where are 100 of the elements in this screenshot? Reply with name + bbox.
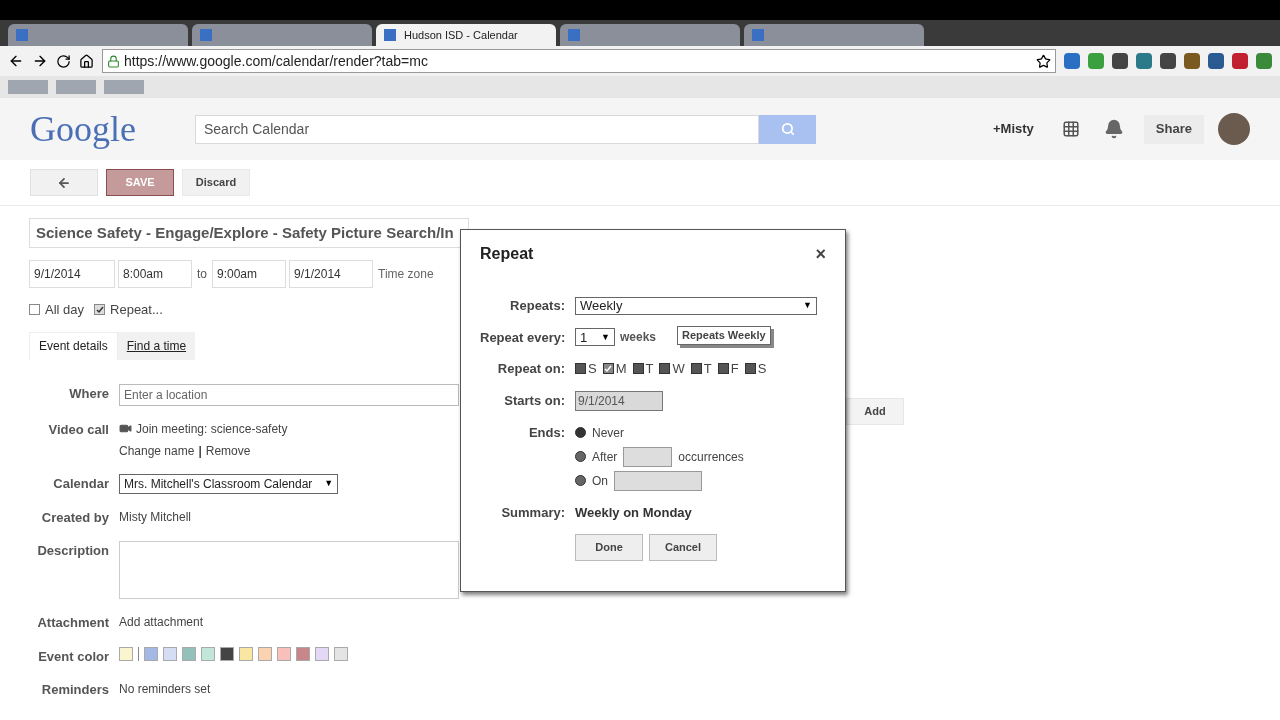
search-button[interactable] xyxy=(759,114,816,144)
checkbox[interactable] xyxy=(94,304,106,316)
color-swatch[interactable] xyxy=(182,646,196,661)
star-icon[interactable] xyxy=(1036,53,1051,69)
end-time-field[interactable]: 9:00am xyxy=(212,260,286,288)
calendar-select[interactable]: Mrs. Mitchell's Classroom Calendar ▼ xyxy=(119,473,339,494)
reload-icon[interactable] xyxy=(56,53,71,69)
radio-button[interactable] xyxy=(575,427,586,438)
start-time-field[interactable]: 8:00am xyxy=(118,260,192,288)
extension-icon[interactable] xyxy=(1112,53,1128,69)
browser-tab[interactable] xyxy=(560,24,740,46)
browser-tab[interactable]: Hudson ISD - Calendar xyxy=(376,24,556,46)
radio-button[interactable] xyxy=(575,451,586,462)
checkbox[interactable] xyxy=(690,363,702,375)
tab-title: Hudson ISD - Calendar xyxy=(404,27,518,43)
video-camera-icon xyxy=(119,422,132,435)
dialog-title: Repeat xyxy=(480,244,534,264)
tab-icon xyxy=(752,29,764,41)
remove-link[interactable]: Remove xyxy=(205,441,251,460)
forward-icon[interactable] xyxy=(32,53,48,69)
day-label: M xyxy=(615,360,627,378)
extension-icon[interactable] xyxy=(1160,53,1176,69)
browser-tab[interactable] xyxy=(8,24,188,46)
color-swatch[interactable] xyxy=(315,646,329,661)
start-date-field[interactable]: 9/1/2014 xyxy=(575,390,663,411)
home-icon[interactable] xyxy=(79,53,94,69)
google-logo[interactable]: Google xyxy=(30,102,195,156)
end-date-field[interactable] xyxy=(614,470,702,491)
field-label: Video call xyxy=(47,420,109,439)
user-link[interactable]: +Misty xyxy=(993,119,1034,139)
close-button[interactable]: × xyxy=(815,245,826,263)
color-swatch[interactable] xyxy=(277,646,291,661)
extension-icon[interactable] xyxy=(1232,53,1248,69)
end-date-field[interactable]: 9/1/2014 xyxy=(289,260,373,288)
browser-tab[interactable] xyxy=(192,24,372,46)
field-label: Created by xyxy=(40,508,109,527)
extension-icon[interactable] xyxy=(1088,53,1104,69)
join-meeting-link[interactable]: Join meeting: science-safety xyxy=(136,419,288,438)
extension-icon[interactable] xyxy=(1208,53,1224,69)
extension-icon[interactable] xyxy=(1064,53,1080,69)
description-field[interactable] xyxy=(119,541,459,599)
done-button[interactable]: Done xyxy=(575,534,643,561)
caret-icon: ▼ xyxy=(803,299,812,313)
field-value: No reminders set xyxy=(119,681,211,698)
color-swatch[interactable] xyxy=(239,646,253,661)
back-button[interactable] xyxy=(30,169,98,196)
discard-button[interactable]: Discard xyxy=(182,169,250,196)
repeats-select[interactable]: Weekly ▼ xyxy=(575,296,817,315)
field-label: Where xyxy=(68,384,109,403)
time-zone-link[interactable]: Time zone xyxy=(376,265,434,283)
avatar[interactable] xyxy=(1218,113,1250,145)
extension-icon[interactable] xyxy=(1256,53,1272,69)
extension-icon[interactable] xyxy=(1136,53,1152,69)
color-swatch[interactable] xyxy=(296,646,310,661)
location-field[interactable]: Enter a location xyxy=(119,383,459,406)
field-label: Repeat every: xyxy=(480,328,565,347)
option-label: On xyxy=(592,472,608,490)
add-attachment-link[interactable]: Add attachment xyxy=(119,613,204,631)
field-label: Summary: xyxy=(500,503,565,522)
color-swatch[interactable] xyxy=(258,646,272,661)
tab[interactable]: Event details xyxy=(29,331,118,360)
event-title-field[interactable]: Science Safety - Engage/Explore - Safety Picture Search/In xyxy=(29,218,469,248)
radio-button[interactable] xyxy=(575,475,586,486)
checkbox[interactable] xyxy=(659,363,671,375)
summary-text: Weekly on Monday xyxy=(575,503,693,522)
back-icon[interactable] xyxy=(8,53,24,69)
browser-tab[interactable] xyxy=(744,24,924,46)
day-label: S xyxy=(757,360,767,378)
color-swatch[interactable] xyxy=(201,646,215,661)
checkbox[interactable] xyxy=(602,363,614,375)
share-button[interactable]: Share xyxy=(1143,114,1204,144)
checkbox[interactable] xyxy=(717,363,729,375)
field-label: Repeats: xyxy=(509,297,565,315)
extension-icon[interactable] xyxy=(1184,53,1200,69)
checkbox[interactable] xyxy=(632,363,644,375)
color-swatch[interactable] xyxy=(220,646,234,661)
interval-select[interactable]: 1 ▼ xyxy=(575,328,615,347)
address-bar[interactable]: https://www.google.com/calendar/render?tab=mc xyxy=(102,49,1056,73)
color-swatch[interactable] xyxy=(163,646,177,661)
color-swatch[interactable] xyxy=(119,646,133,661)
lock-icon xyxy=(107,54,120,68)
tab-icon xyxy=(200,29,212,41)
checkbox[interactable] xyxy=(29,304,40,316)
caret-icon: ▼ xyxy=(601,330,610,344)
tab[interactable]: Find a time xyxy=(117,331,196,360)
checkbox[interactable] xyxy=(744,363,756,375)
checkbox[interactable] xyxy=(575,363,586,375)
cancel-button[interactable]: Cancel xyxy=(649,534,717,561)
add-button[interactable]: Add xyxy=(846,398,904,425)
separator-text: | xyxy=(198,442,202,460)
apps-grid-icon[interactable] xyxy=(1061,120,1080,138)
color-swatch[interactable] xyxy=(334,646,348,661)
search-field[interactable]: Search Calendar xyxy=(195,114,759,144)
occurrences-field[interactable] xyxy=(623,446,673,467)
tab-icon xyxy=(568,29,580,41)
tab-icon xyxy=(384,29,396,41)
start-date-field[interactable]: 9/1/2014 xyxy=(29,260,115,288)
change-name-link[interactable]: Change name xyxy=(119,441,195,460)
color-swatch[interactable] xyxy=(144,646,158,661)
notifications-bell-icon[interactable] xyxy=(1103,119,1124,139)
